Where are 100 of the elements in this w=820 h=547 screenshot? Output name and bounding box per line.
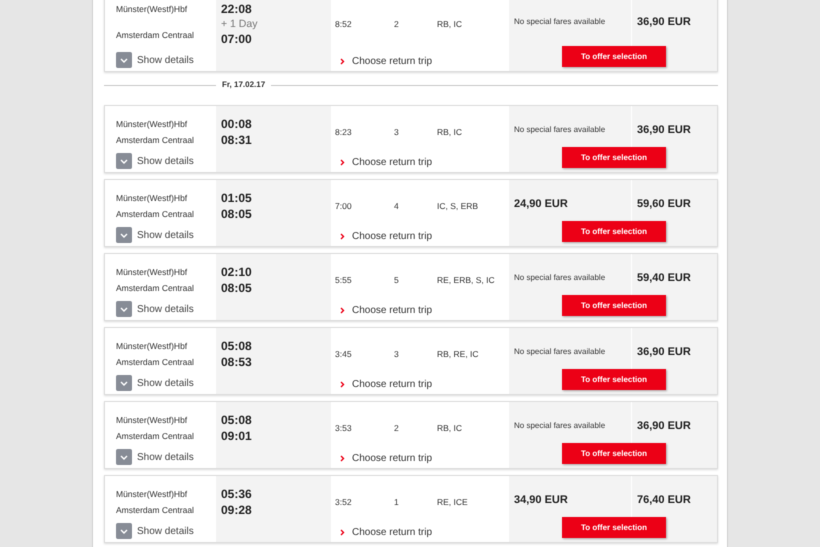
train-products: RB, IC [437, 422, 462, 432]
show-details-button[interactable]: Show details [116, 301, 216, 317]
normal-fare-price: 36,90 EUR [637, 16, 691, 28]
show-details-button[interactable]: Show details [116, 449, 216, 465]
departure-station: Münster(Westf)Hbf [116, 4, 188, 14]
arrival-station: Amsterdam Centraal [116, 135, 195, 145]
offer-selection-button[interactable]: To offer selection [562, 443, 666, 464]
departure-time: 01:05 [221, 191, 253, 205]
show-details-button[interactable]: Show details [116, 227, 216, 243]
return-trip-link[interactable]: Choose return trip [335, 56, 509, 67]
offer-selection-button[interactable]: To offer selection [562, 147, 666, 168]
train-products: IC, S, ERB [437, 200, 478, 210]
offer-selection-button[interactable]: To offer selection [562, 517, 666, 538]
train-products: RB, RE, IC [437, 348, 479, 358]
train-products: RE, ERB, S, IC [437, 274, 495, 284]
return-trip-link[interactable]: Choose return trip [335, 453, 509, 464]
chevron-right-icon [340, 58, 345, 65]
departure-station: Münster(Westf)Hbf [116, 267, 188, 277]
arrival-time: 07:00 [221, 32, 253, 46]
chevron-down-icon [116, 375, 132, 391]
show-details-button[interactable]: Show details [116, 153, 216, 169]
show-details-button[interactable]: Show details [116, 52, 216, 68]
normal-fare-price: 36,90 EUR [637, 420, 691, 432]
special-fare-price: 24,90 EUR [514, 198, 568, 210]
chevron-right-icon [340, 159, 345, 166]
train-products: RB, IC [437, 126, 462, 136]
normal-fare-price: 36,90 EUR [637, 124, 691, 136]
arrival-station: Amsterdam Centraal [116, 505, 195, 515]
departure-station: Münster(Westf)Hbf [116, 119, 188, 129]
departure-station: Münster(Westf)Hbf [116, 193, 188, 203]
chevron-right-icon [340, 455, 345, 462]
arrival-station: Amsterdam Centraal [116, 30, 195, 40]
day-note: + 1 Day [221, 18, 258, 30]
arrival-time: 08:05 [221, 281, 253, 295]
arrival-time: 08:31 [221, 133, 253, 147]
offer-selection-button[interactable]: To offer selection [562, 295, 666, 316]
normal-fare-price: 59,60 EUR [637, 198, 691, 210]
departure-time: 05:08 [221, 413, 253, 427]
show-details-button[interactable]: Show details [116, 375, 216, 391]
arrival-station: Amsterdam Centraal [116, 431, 195, 441]
departure-station: Münster(Westf)Hbf [116, 415, 188, 425]
departure-station: Münster(Westf)Hbf [116, 489, 188, 499]
return-trip-link[interactable]: Choose return trip [335, 527, 509, 538]
departure-time: 05:08 [221, 339, 253, 353]
return-trip-link[interactable]: Choose return trip [335, 379, 509, 390]
chevron-down-icon [116, 153, 132, 169]
changes-count: 2 [394, 422, 400, 432]
no-fares-note: No special fares available [514, 347, 606, 356]
chevron-down-icon [116, 449, 132, 465]
normal-fare-price: 36,90 EUR [637, 346, 691, 358]
changes-count: 3 [394, 348, 400, 358]
duration: 5:55 [335, 274, 353, 284]
return-trip-link[interactable]: Choose return trip [335, 157, 509, 168]
changes-count: 3 [394, 126, 400, 136]
duration: 8:23 [335, 126, 353, 136]
departure-station: Münster(Westf)Hbf [116, 341, 188, 351]
chevron-down-icon [116, 52, 132, 68]
chevron-right-icon [340, 529, 345, 536]
departure-time: 00:08 [221, 117, 253, 131]
no-fares-note: No special fares available [514, 125, 606, 134]
duration: 7:00 [335, 200, 353, 210]
arrival-time: 08:53 [221, 355, 253, 369]
offer-selection-button[interactable]: To offer selection [562, 221, 666, 242]
show-details-button[interactable]: Show details [116, 523, 216, 539]
arrival-time: 08:05 [221, 207, 253, 221]
arrival-station: Amsterdam Centraal [116, 209, 195, 219]
no-fares-note: No special fares available [514, 273, 606, 282]
duration: 3:52 [335, 496, 353, 506]
chevron-right-icon [340, 233, 345, 240]
return-trip-link[interactable]: Choose return trip [335, 305, 509, 316]
changes-count: 5 [394, 274, 400, 284]
special-fare-price: 34,90 EUR [514, 494, 568, 506]
chevron-right-icon [340, 381, 345, 388]
normal-fare-price: 76,40 EUR [637, 494, 691, 506]
train-products: RE, ICE [437, 496, 468, 506]
departure-time: 02:10 [221, 265, 253, 279]
changes-count: 2 [394, 18, 400, 28]
arrival-station: Amsterdam Centraal [116, 283, 195, 293]
chevron-down-icon [116, 523, 132, 539]
arrival-time: 09:28 [221, 503, 253, 517]
changes-count: 1 [394, 496, 400, 506]
departure-time: 05:36 [221, 487, 253, 501]
date-separator: Fr, 17.02.17 [216, 80, 272, 89]
offer-selection-button[interactable]: To offer selection [562, 46, 666, 67]
duration: 3:53 [335, 422, 353, 432]
offer-selection-button[interactable]: To offer selection [562, 369, 666, 390]
duration: 3:45 [335, 348, 353, 358]
normal-fare-price: 59,40 EUR [637, 272, 691, 284]
chevron-right-icon [340, 307, 345, 314]
train-products: RB, IC [437, 18, 462, 28]
arrival-station: Amsterdam Centraal [116, 357, 195, 367]
arrival-time: 09:01 [221, 429, 253, 443]
departure-time: 22:08 [221, 2, 253, 16]
changes-count: 4 [394, 200, 400, 210]
no-fares-note: No special fares available [514, 17, 606, 26]
no-fares-note: No special fares available [514, 421, 606, 430]
return-trip-link[interactable]: Choose return trip [335, 231, 509, 242]
chevron-down-icon [116, 301, 132, 317]
chevron-down-icon [116, 227, 132, 243]
duration: 8:52 [335, 18, 353, 28]
